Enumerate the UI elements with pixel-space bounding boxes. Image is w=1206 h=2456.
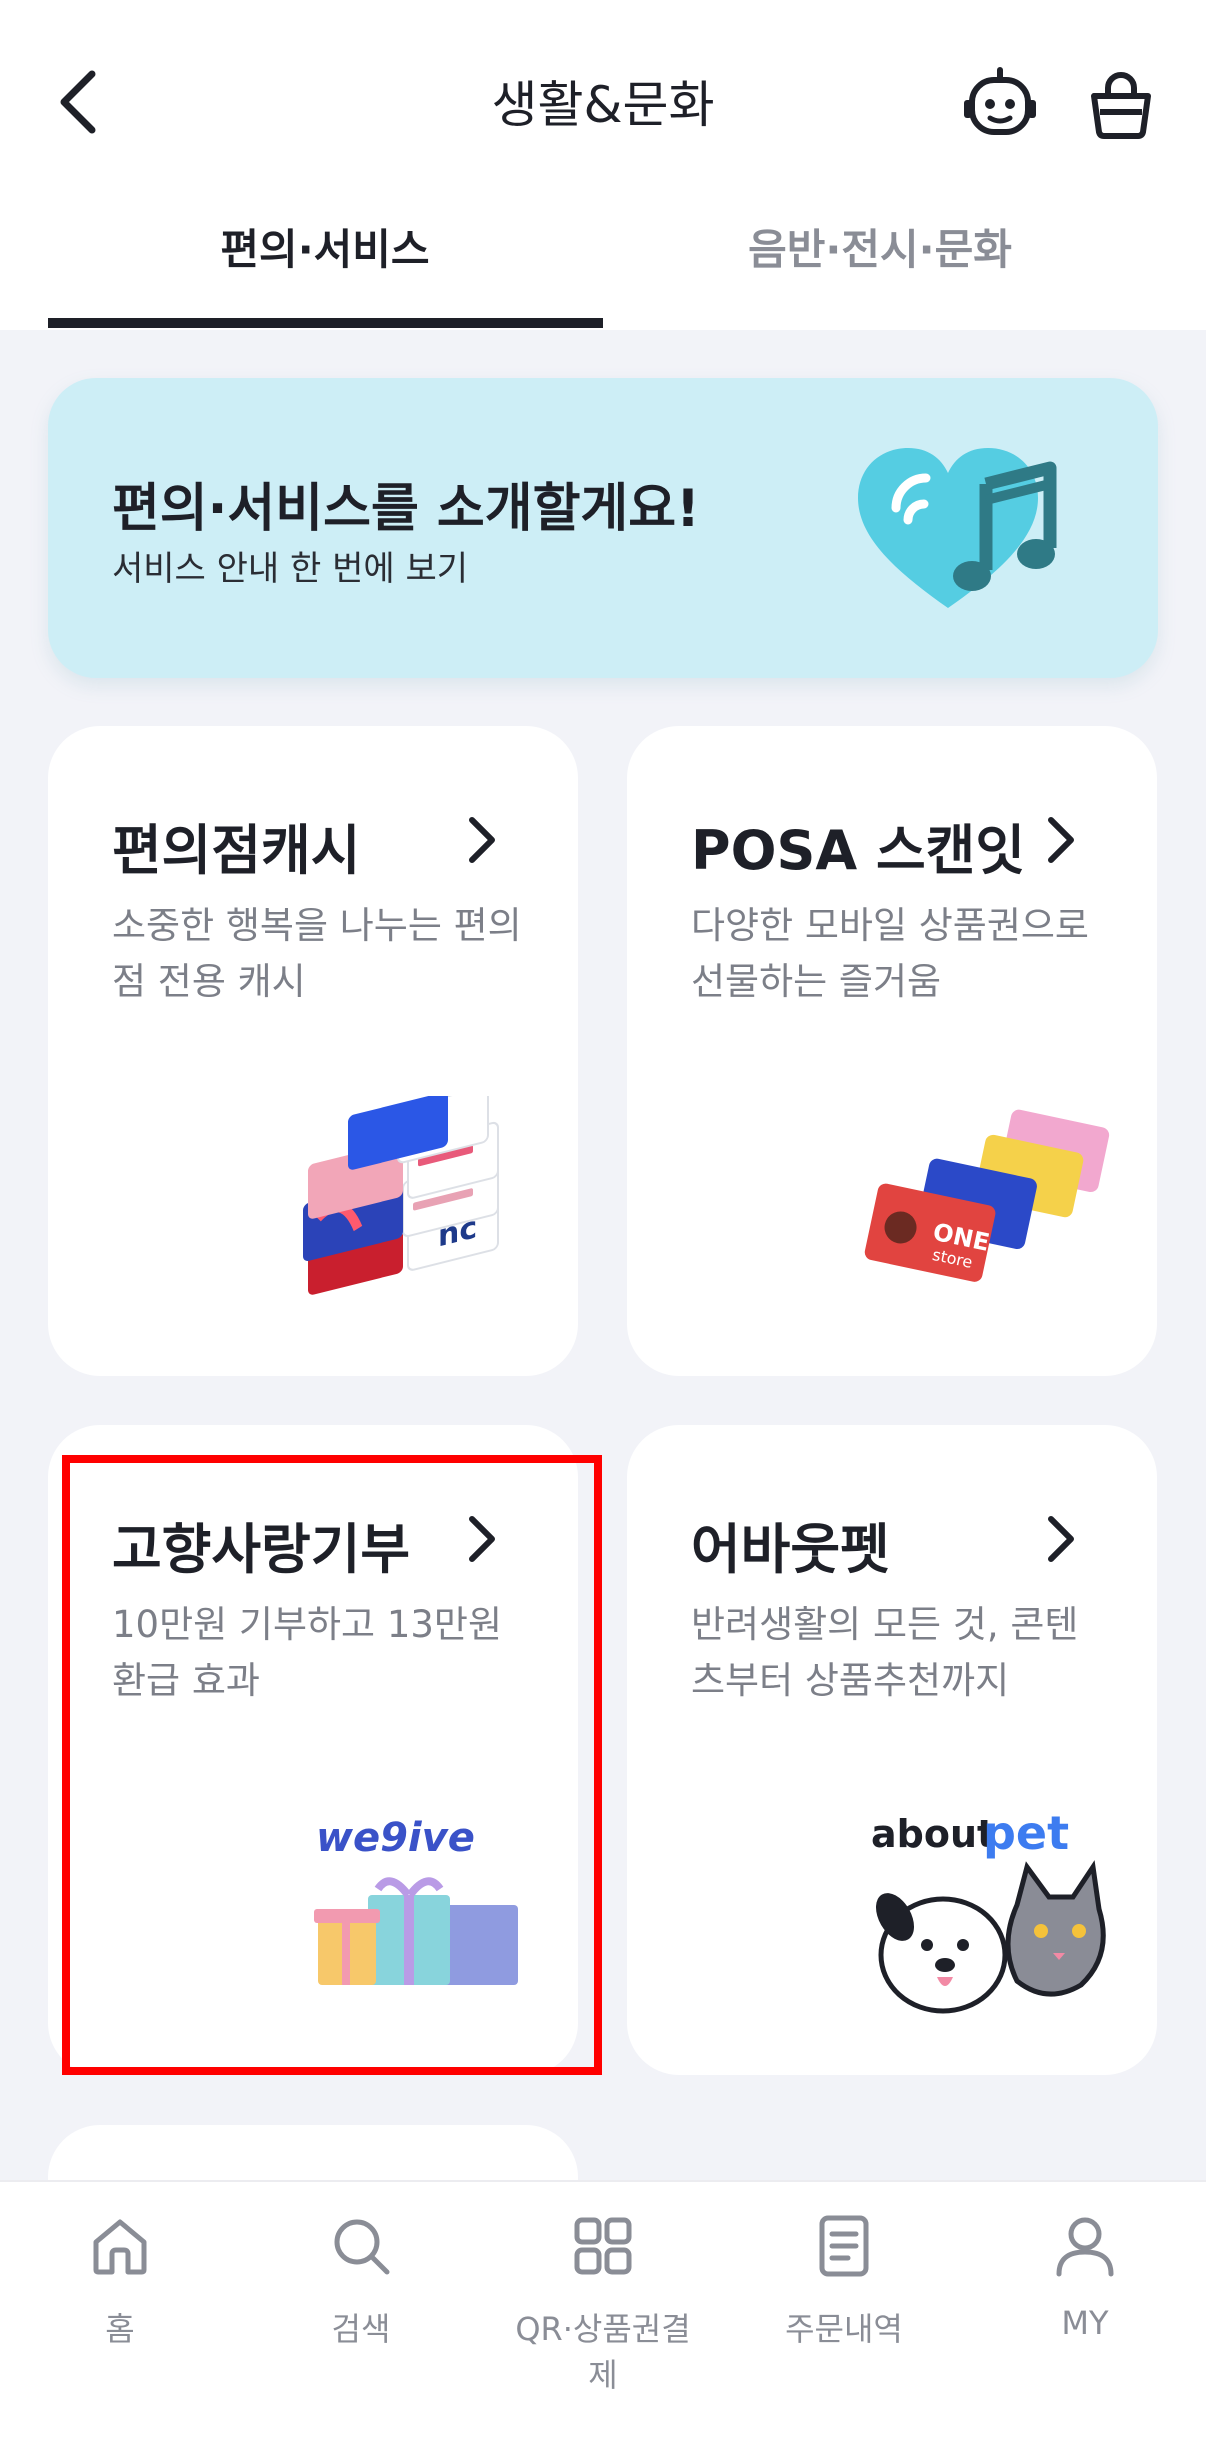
mobile-gift-cards-illustration: ONE store: [864, 1109, 1110, 1282]
card-title: POSA 스캔잇: [691, 819, 1026, 882]
nav-my-label: MY: [1061, 2304, 1109, 2342]
chevron-right-icon: [1048, 817, 1074, 863]
about-pet-logo-suffix: pet: [983, 1806, 1069, 1860]
search-icon: [334, 2219, 390, 2275]
heart-music-icon: [858, 448, 1057, 608]
robot-icon: [964, 67, 1036, 135]
user-icon: [1056, 2217, 1114, 2277]
nav-qr-payment[interactable]: QR·상품권결제: [503, 2210, 703, 2394]
cart-button[interactable]: [1088, 70, 1154, 140]
card-description: 다양한 모바일 상품권으로 선물하는 즐거움: [691, 904, 1089, 1003]
home-icon: [93, 2219, 147, 2275]
receipt-icon: [819, 2215, 869, 2277]
card-description: 소중한 행복을 나누는 편의점 전용 캐시: [112, 904, 522, 1003]
nav-orders[interactable]: 주문내역: [744, 2210, 944, 2360]
chevron-right-icon: [469, 1516, 495, 1562]
bottom-navigation: 홈 검색 QR·상품권결제 주문내역 MY: [0, 2180, 1206, 2456]
chevron-right-icon: [469, 817, 495, 863]
nav-orders-label: 주문내역: [785, 2310, 903, 2348]
nav-search-label: 검색: [331, 2310, 391, 2348]
card-convenience-cash[interactable]: 편의점캐시 소중한 행복을 나누는 편의점 전용 캐시 nc: [48, 726, 578, 1376]
card-description: 10만원 기부하고 13만원 환급 효과: [112, 1603, 503, 1702]
top-header: 생활&문화 편의·서비스 음반·전시·문화: [0, 0, 1206, 330]
shopping-bag-icon: [1091, 72, 1151, 139]
intro-banner[interactable]: 편의·서비스를 소개할게요! 서비스 안내 한 번에 보기: [48, 378, 1158, 678]
nav-qr-payment-label: QR·상품권결제: [515, 2310, 691, 2394]
active-tab-indicator: [48, 318, 603, 328]
card-title: 편의점캐시: [112, 819, 361, 882]
nav-my[interactable]: MY: [985, 2210, 1185, 2360]
chatbot-button[interactable]: [960, 66, 1040, 142]
tab-music-exhibit-culture[interactable]: 음반·전시·문화: [603, 215, 1157, 330]
chevron-right-icon: [1048, 1516, 1074, 1562]
card-posa-scanit[interactable]: POSA 스캔잇 다양한 모바일 상품권으로 선물하는 즐거움 ONE stor…: [627, 726, 1157, 1376]
tab-convenience-service[interactable]: 편의·서비스: [48, 215, 602, 330]
nav-home[interactable]: 홈: [20, 2210, 220, 2360]
card-title: 고향사랑기부: [112, 1518, 411, 1581]
card-about-pet[interactable]: 어바웃펫 반려생활의 모든 것, 콘텐츠부터 상품추천까지 about pet: [627, 1425, 1157, 2075]
gift-cards-stack-illustration: nc: [303, 1096, 499, 1295]
we9ive-logo: we9ive: [316, 1815, 475, 1861]
banner-title: 편의·서비스를 소개할게요!: [112, 479, 700, 539]
we9ive-gift-illustration: we9ive: [314, 1815, 518, 1985]
card-title: 어바웃펫: [691, 1518, 890, 1581]
about-pet-illustration: about pet: [871, 1806, 1106, 2014]
card-description: 반려생활의 모든 것, 콘텐츠부터 상품추천까지: [691, 1603, 1079, 1702]
nav-search[interactable]: 검색: [261, 2210, 461, 2360]
card-hometown-donation[interactable]: 고향사랑기부 10만원 기부하고 13만원 환급 효과 we9ive: [48, 1425, 578, 2075]
about-pet-logo-prefix: about: [871, 1812, 995, 1856]
qr-icon: [574, 2217, 632, 2275]
nav-home-label: 홈: [105, 2310, 135, 2348]
chevron-left-icon: [60, 70, 96, 134]
banner-subtitle: 서비스 안내 한 번에 보기: [112, 549, 469, 589]
back-button[interactable]: [52, 62, 112, 142]
